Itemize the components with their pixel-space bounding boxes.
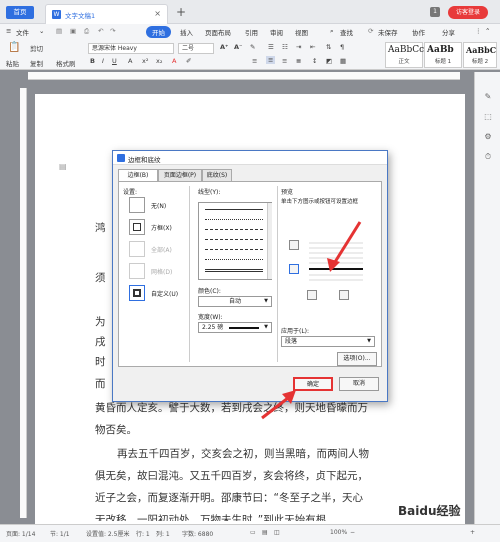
arrow-to-preview — [333, 221, 362, 263]
status-row: 行: 1 — [136, 531, 150, 538]
zoom-out-icon[interactable]: − — [350, 529, 355, 536]
view-mode-icon[interactable]: ▤ — [262, 529, 268, 536]
status-col: 列: 1 — [156, 531, 170, 538]
view-mode-icon[interactable]: ◫ — [274, 529, 280, 536]
status-words[interactable]: 字数: 6880 — [182, 529, 213, 538]
status-zoom[interactable]: 100% — [330, 529, 347, 536]
view-mode-icon[interactable]: ▭ — [250, 529, 256, 536]
status-setting: 设置值: 2.5厘米 — [86, 531, 130, 538]
arrow-to-ok — [261, 396, 289, 420]
zoom-in-icon[interactable]: + — [470, 529, 475, 536]
watermark-text: Baidu经验 — [398, 504, 461, 518]
arrowhead-preview — [327, 258, 340, 272]
status-page[interactable]: 页面: 1/14 — [6, 529, 35, 538]
status-bar: 页面: 1/14 节: 1/1 设置值: 2.5厘米 行: 1 列: 1 字数:… — [0, 524, 500, 542]
status-section: 节: 1/1 — [50, 531, 70, 538]
annotation-arrows — [261, 221, 362, 420]
